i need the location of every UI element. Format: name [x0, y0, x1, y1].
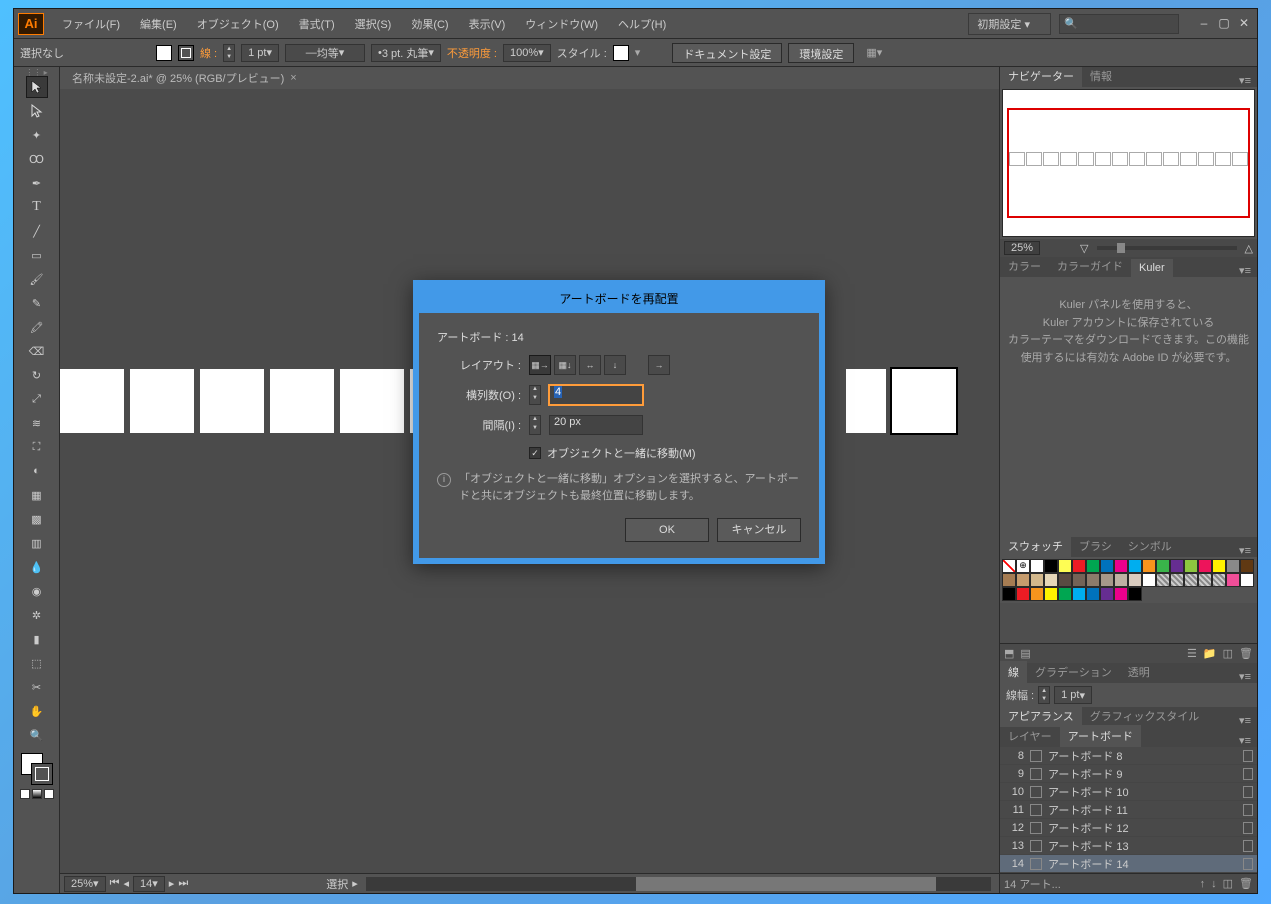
- spacing-input[interactable]: 20 px: [549, 415, 643, 435]
- checkbox-icon: ✓: [529, 447, 541, 459]
- layout-buttons: ▦→ ▦↓ ↔ ↓: [529, 355, 626, 375]
- move-objects-checkbox[interactable]: ✓ オブジェクトと一緒に移動(M): [529, 445, 801, 461]
- dialog-title: アートボードを再配置: [419, 286, 819, 313]
- layout-label: レイアウト :: [437, 357, 521, 373]
- ok-button[interactable]: OK: [625, 518, 709, 542]
- layout-rtl-icon[interactable]: →: [648, 355, 670, 375]
- spacing-spinner[interactable]: ▲▼: [529, 415, 541, 435]
- dialog-overlay: アートボードを再配置 アートボード : 14 レイアウト : ▦→ ▦↓ ↔ ↓…: [0, 0, 1271, 904]
- columns-spinner[interactable]: ▲▼: [529, 385, 541, 405]
- layout-grid-col-icon[interactable]: ▦↓: [554, 355, 576, 375]
- spacing-label: 間隔(I) :: [437, 417, 521, 433]
- cancel-button[interactable]: キャンセル: [717, 518, 801, 542]
- rearrange-artboards-dialog: アートボードを再配置 アートボード : 14 レイアウト : ▦→ ▦↓ ↔ ↓…: [413, 280, 825, 564]
- layout-row-icon[interactable]: ↔: [579, 355, 601, 375]
- artboard-count-label: アートボード : 14: [437, 329, 801, 345]
- columns-label: 横列数(O) :: [437, 387, 521, 403]
- dialog-info: i 「オブジェクトと一緒に移動」オプションを選択すると、アートボードと共にオブジ…: [437, 471, 801, 504]
- move-objects-label: オブジェクトと一緒に移動(M): [547, 445, 696, 461]
- layout-col-icon[interactable]: ↓: [604, 355, 626, 375]
- info-icon: i: [437, 473, 451, 487]
- columns-input[interactable]: 4: [549, 385, 643, 405]
- layout-grid-row-icon[interactable]: ▦→: [529, 355, 551, 375]
